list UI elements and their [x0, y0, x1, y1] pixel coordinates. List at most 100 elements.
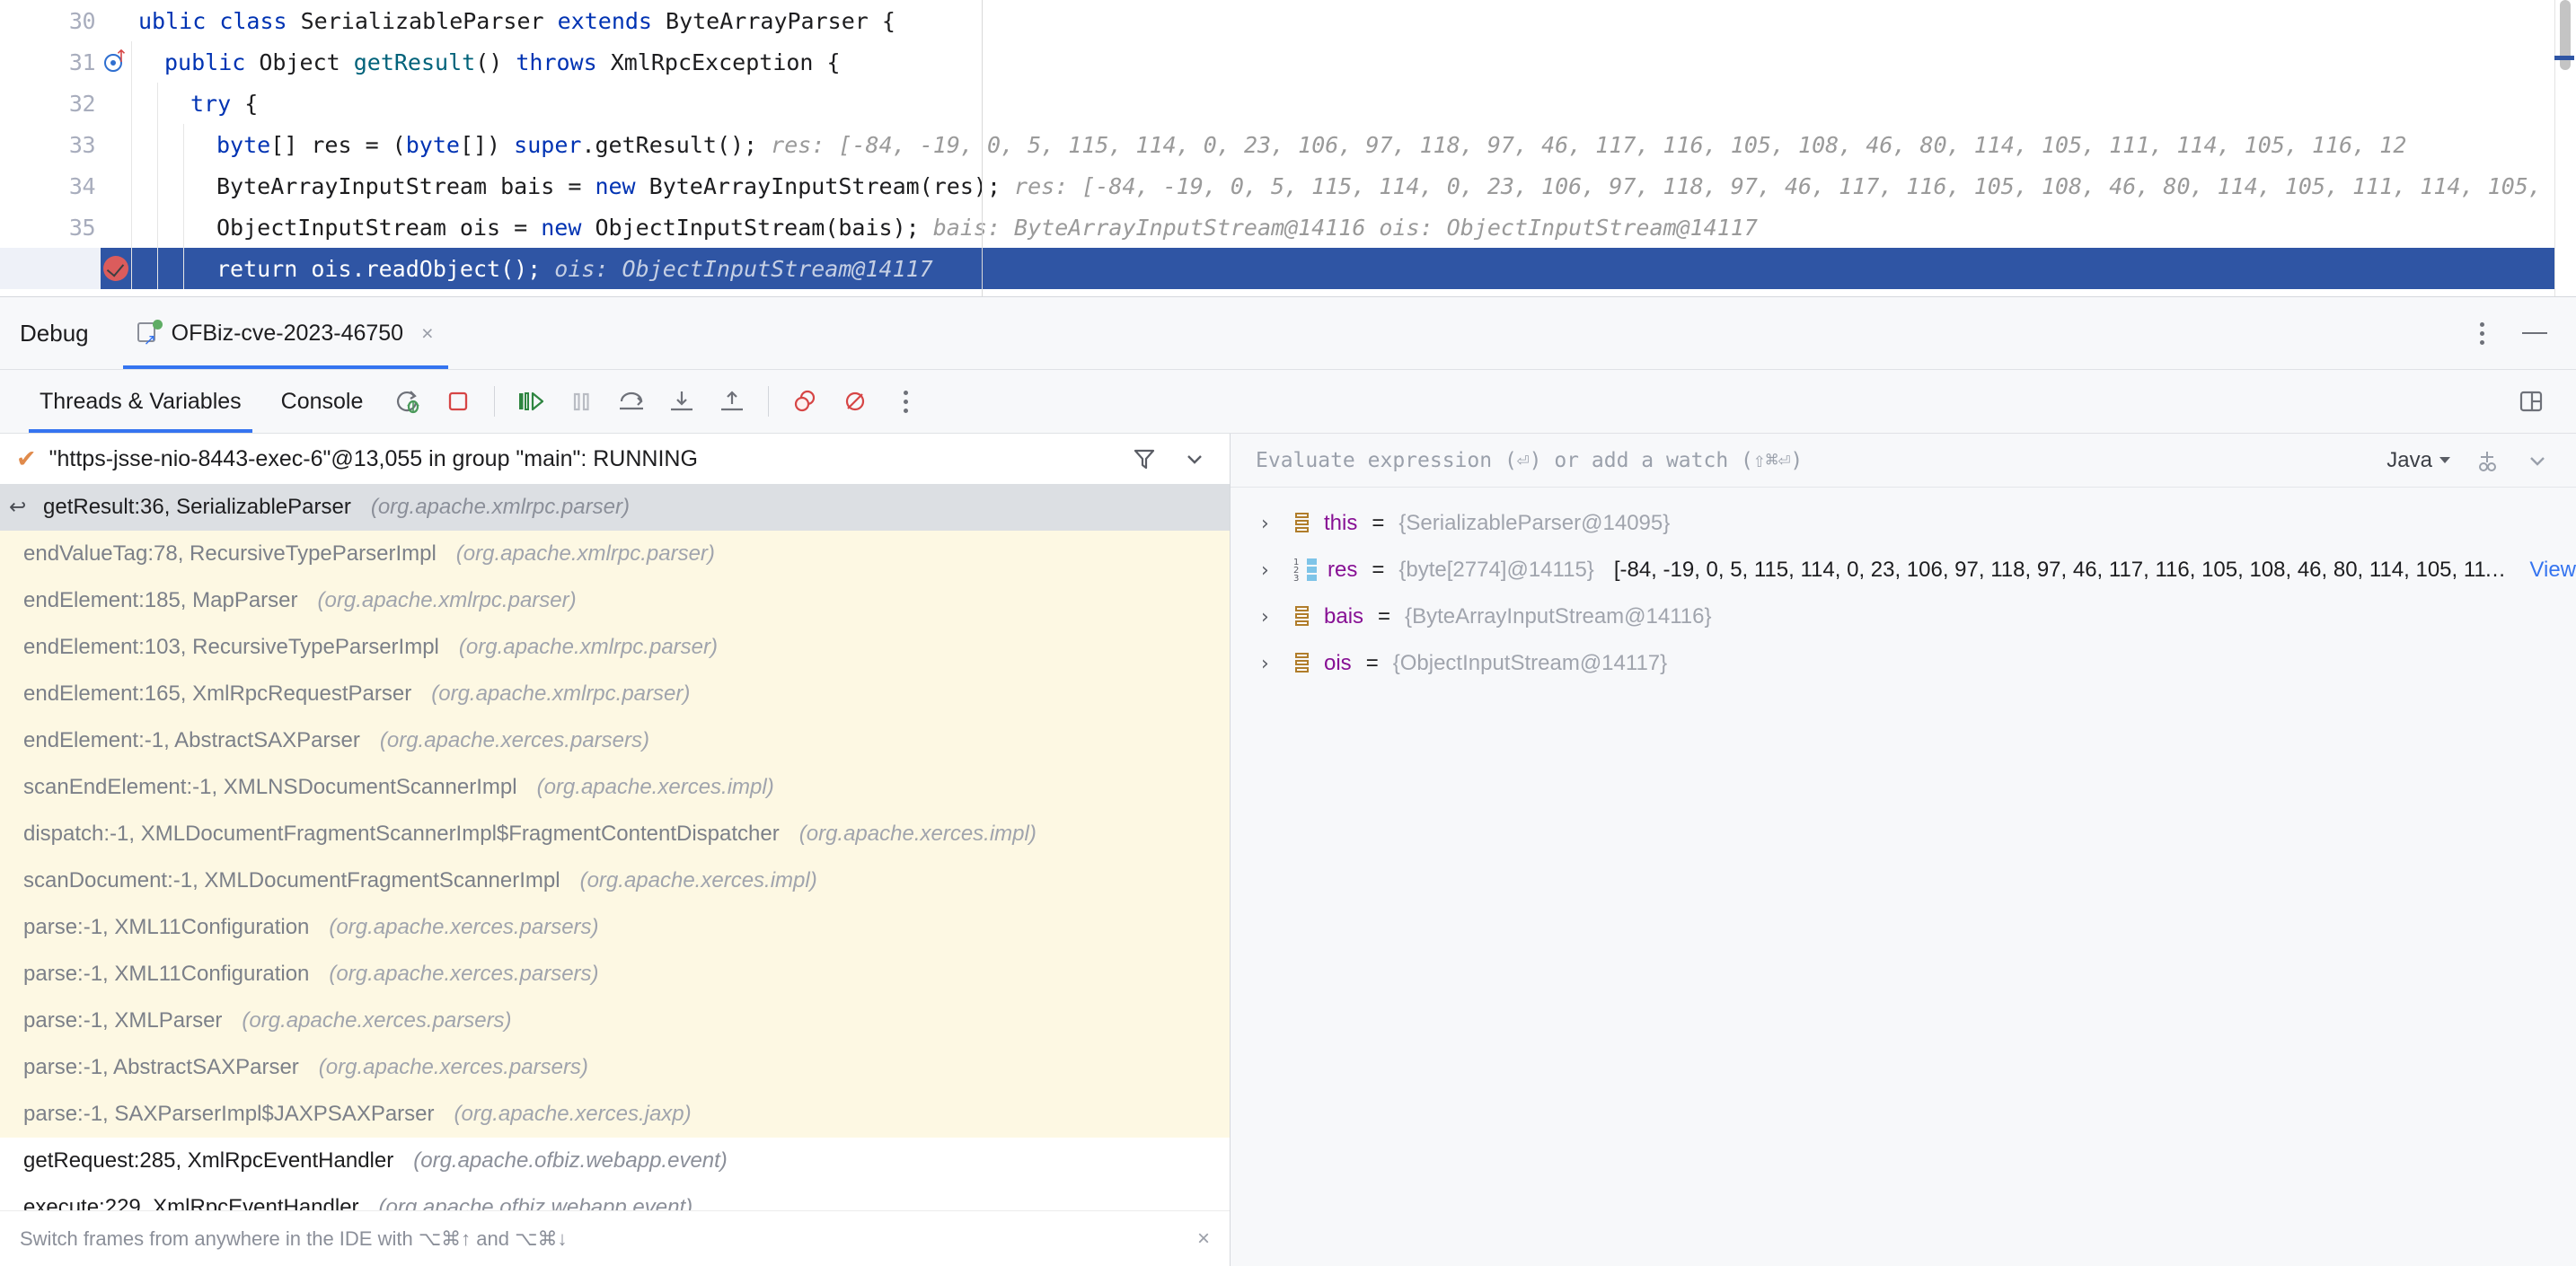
array-variable-icon: 123 — [1293, 558, 1317, 584]
code-token: [] res = ( — [270, 131, 406, 158]
stack-frame-row[interactable]: ↩ getResult:36, SerializableParser (org.ap… — [0, 484, 1230, 531]
rerun-debug-button[interactable] — [383, 376, 433, 426]
stack-frame-row[interactable]: scanEndElement:-1, XMLNSDocumentScannerI… — [0, 764, 1230, 811]
expand-arrow-icon[interactable]: › — [1261, 653, 1283, 675]
editor-gutter[interactable]: 30 — [0, 0, 101, 41]
variable-row[interactable]: › 1 2 3 res = {byte[2774]@14115} [-84, -19, 0, … — [1231, 547, 2576, 593]
variables-tree[interactable]: › this = {SerializableParser@14095} › 1 2 3 res =… — [1231, 488, 2576, 1266]
minimize-icon[interactable] — [2522, 331, 2547, 335]
editor-gutter[interactable]: 31 — [0, 41, 101, 83]
expand-arrow-icon[interactable]: › — [1261, 606, 1283, 629]
variable-equals: = — [1372, 558, 1385, 582]
variable-row[interactable]: › bais = {ByteArrayInputStream@14116} — [1231, 593, 2576, 640]
frame-method: endElement:-1, AbstractSAXParser — [23, 728, 360, 752]
chevron-down-icon-variables[interactable] — [2524, 447, 2551, 474]
run-configuration-tab[interactable]: ↗ OFBiz-cve-2023-46750 × — [122, 297, 448, 369]
frame-method: parse:-1, XML11Configuration — [23, 915, 310, 939]
code-line[interactable]: 35 ObjectInputStream ois = new ObjectInpu… — [0, 207, 2576, 248]
code-line[interactable]: 30 ublic class SerializableParser extends… — [0, 0, 2576, 41]
frame-package: (org.apache.xerces.parsers) — [379, 728, 649, 752]
stack-frame-row[interactable]: parse:-1, AbstractSAXParser (org.apache.x… — [0, 1044, 1230, 1091]
code-line[interactable]: 32 try { — [0, 83, 2576, 124]
more-toolbar-options-button[interactable] — [880, 376, 931, 426]
current-frame-icon: ↩ — [9, 496, 27, 519]
filter-icon[interactable] — [1131, 445, 1158, 472]
expand-arrow-icon[interactable]: › — [1261, 559, 1283, 582]
stop-button[interactable] — [433, 376, 483, 426]
thread-selector[interactable]: ✔ "https-jsse-nio-8443-exec-6"@13,055 in… — [0, 434, 1230, 484]
pause-program-button[interactable] — [556, 376, 606, 426]
more-options-icon[interactable] — [2473, 315, 2492, 352]
stack-frame-row[interactable]: dispatch:-1, XMLDocumentFragmentScannerI… — [0, 811, 1230, 857]
step-out-button[interactable] — [707, 376, 757, 426]
code-line[interactable]: 33 byte[] res = (byte[]) super.getResult(… — [0, 124, 2576, 165]
view-array-link[interactable]: View — [2529, 558, 2576, 583]
add-watch-icon[interactable] — [2474, 447, 2501, 474]
stack-frame-row[interactable]: endElement:185, MapParser (org.apache.xml… — [0, 577, 1230, 624]
editor-gutter[interactable]: 32 — [0, 83, 101, 124]
line-number: 31 — [68, 48, 96, 75]
frame-method: parse:-1, XML11Configuration — [23, 962, 310, 986]
chevron-down-icon[interactable] — [1181, 445, 1208, 472]
call-stack-frames-list[interactable]: ↩ getResult:36, SerializableParser (org.ap… — [0, 484, 1230, 1210]
breakpoint-icon[interactable] — [101, 248, 131, 289]
step-over-button[interactable] — [606, 376, 657, 426]
evaluate-expression-input[interactable]: Evaluate expression (⏎) or add a watch (… — [1256, 449, 1803, 472]
evaluate-expression-row[interactable]: Evaluate expression (⏎) or add a watch (… — [1231, 434, 2576, 488]
close-tab-icon[interactable]: × — [421, 321, 433, 346]
frame-package: (org.apache.xerces.parsers) — [318, 1055, 588, 1079]
tab-console[interactable]: Console — [261, 370, 384, 433]
frame-method: endValueTag:78, RecursiveTypeParserImpl — [23, 541, 437, 566]
object-variable-icon — [1293, 605, 1313, 629]
code-token: ByteArrayInputStream(res); — [648, 172, 1001, 199]
stack-frame-row[interactable]: execute:229, XmlRpcEventHandler (org.apac… — [0, 1184, 1230, 1210]
inline-debug-hint: ois: ObjectInputStream@14117 — [541, 255, 933, 282]
code-token: ObjectInputStream ois = — [216, 214, 542, 241]
editor-gutter[interactable] — [0, 248, 101, 289]
close-hint-icon[interactable]: × — [1197, 1226, 1210, 1252]
tab-threads-and-variables[interactable]: Threads & Variables — [20, 370, 261, 433]
stack-frame-row[interactable]: endElement:103, RecursiveTypeParserImpl (… — [0, 624, 1230, 671]
editor-gutter[interactable]: 33 — [0, 124, 101, 165]
variable-row[interactable]: › this = {SerializableParser@14095} — [1231, 500, 2576, 547]
frame-package: (org.apache.xerces.impl) — [798, 822, 1037, 846]
stack-frame-row[interactable]: getRequest:285, XmlRpcEventHandler (org.a… — [0, 1138, 1230, 1184]
layout-settings-icon[interactable] — [2506, 376, 2556, 426]
stack-frame-row[interactable]: endValueTag:78, RecursiveTypeParserImpl (… — [0, 531, 1230, 577]
mute-breakpoints-button[interactable] — [830, 376, 880, 426]
editor-gutter[interactable]: 34 — [0, 165, 101, 207]
stack-frame-row[interactable]: parse:-1, SAXParserImpl$JAXPSAXParser (or… — [0, 1091, 1230, 1138]
variable-row[interactable]: › ois = {ObjectInputStream@14117} — [1231, 640, 2576, 687]
editor-gutter[interactable]: 35 — [0, 207, 101, 248]
stack-frame-row[interactable]: parse:-1, XMLParser (org.apache.xerces.pa… — [0, 998, 1230, 1044]
frame-method: getResult:36, SerializableParser — [43, 495, 351, 519]
stack-frame-row[interactable]: parse:-1, XML11Configuration (org.apache.… — [0, 904, 1230, 951]
frame-package: (org.apache.xmlrpc.parser) — [455, 541, 715, 566]
code-token: super — [514, 131, 582, 158]
resume-program-button[interactable] — [506, 376, 556, 426]
stack-frame-row[interactable]: endElement:165, XmlRpcRequestParser (org.… — [0, 671, 1230, 717]
code-line[interactable]: return ois.readObject(); ois: ObjectInpu… — [0, 248, 2576, 289]
override-method-icon[interactable]: ↑ — [101, 41, 131, 83]
variable-equals: = — [1365, 651, 1379, 675]
code-token: ublic — [138, 7, 220, 34]
code-line[interactable]: 34 ByteArrayInputStream bais = new ByteAr… — [0, 165, 2576, 207]
view-breakpoints-button[interactable] — [780, 376, 830, 426]
language-selector[interactable]: Java — [2386, 448, 2450, 473]
run-configuration-label: OFBiz-cve-2023-46750 — [171, 320, 404, 346]
debug-header: Debug ↗ OFBiz-cve-2023-46750 × — [0, 297, 2576, 369]
stack-frame-row[interactable]: scanDocument:-1, XMLDocumentFragmentScan… — [0, 857, 1230, 904]
variable-type: {SerializableParser@14095} — [1398, 511, 1671, 535]
inline-debug-hint: res: [-84, -19, 0, 5, 115, 114, 0, 23, 1… — [757, 131, 2407, 158]
editor-scrollbar[interactable] — [2554, 0, 2576, 296]
frame-method: parse:-1, XMLParser — [23, 1008, 223, 1033]
step-into-button[interactable] — [657, 376, 707, 426]
stack-frame-row[interactable]: endElement:-1, AbstractSAXParser (org.apa… — [0, 717, 1230, 764]
stack-frame-row[interactable]: parse:-1, XML11Configuration (org.apache.… — [0, 951, 1230, 998]
code-editor[interactable]: 30 ublic class SerializableParser extends… — [0, 0, 2576, 296]
variable-name: ois — [1324, 651, 1352, 675]
code-line[interactable]: 31 ↑ public Object getResult() throws XmlR… — [0, 41, 2576, 83]
code-text: try { — [131, 83, 2576, 124]
expand-arrow-icon[interactable]: › — [1261, 513, 1283, 535]
code-token: getResult — [353, 48, 476, 75]
